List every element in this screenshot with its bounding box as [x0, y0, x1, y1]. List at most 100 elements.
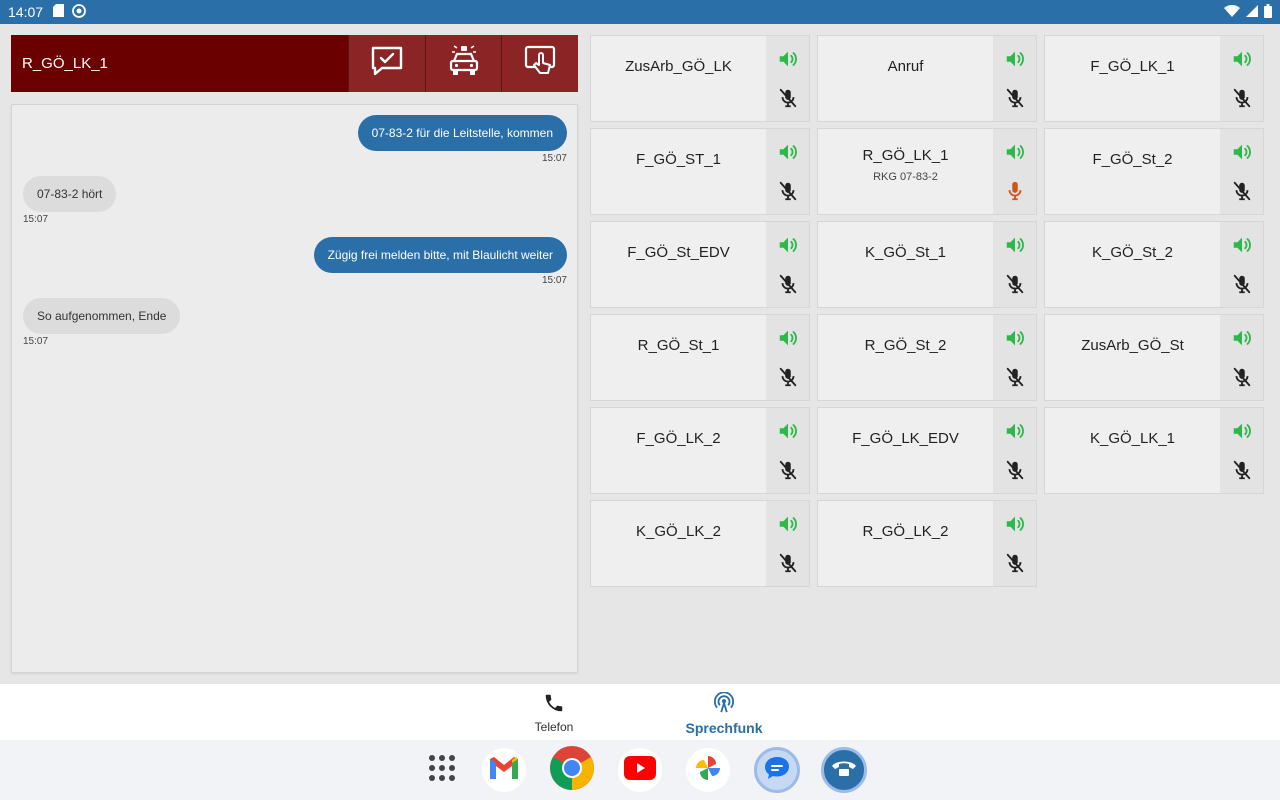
- gmail-app[interactable]: [482, 748, 526, 792]
- microphone-muted-icon[interactable]: [1231, 87, 1253, 109]
- microphone-muted-icon[interactable]: [777, 273, 799, 295]
- channel-controls: [993, 315, 1036, 400]
- phone-icon: [543, 692, 565, 717]
- channel-name: R_GÖ_LK_2: [862, 523, 949, 540]
- microphone-muted-icon[interactable]: [777, 87, 799, 109]
- channel-tile[interactable]: F_GÖ_ST_1: [590, 128, 810, 215]
- microphone-muted-icon[interactable]: [777, 459, 799, 481]
- touch-ptt-button[interactable]: [501, 35, 579, 92]
- channel-tile[interactable]: K_GÖ_LK_1: [1044, 407, 1264, 494]
- channel-label: F_GÖ_ST_1: [591, 129, 766, 214]
- channel-name: F_GÖ_ST_1: [635, 151, 722, 168]
- microphone-muted-icon[interactable]: [1231, 366, 1253, 388]
- channel-controls: [993, 501, 1036, 586]
- speaker-icon[interactable]: [1004, 513, 1026, 535]
- microphone-muted-icon[interactable]: [1231, 273, 1253, 295]
- speaker-icon[interactable]: [777, 513, 799, 535]
- channel-name: K_GÖ_St_2: [1092, 244, 1173, 261]
- tab-sprechfunk[interactable]: Sprechfunk: [669, 691, 779, 736]
- message-check-icon: [370, 45, 404, 82]
- channel-tile[interactable]: K_GÖ_St_2: [1044, 221, 1264, 308]
- speaker-icon[interactable]: [1004, 420, 1026, 442]
- channel-tile[interactable]: ZusArb_GÖ_St: [1044, 314, 1264, 401]
- microphone-muted-icon[interactable]: [777, 366, 799, 388]
- bottom-navigation: Telefon Sprechfunk: [0, 684, 1280, 740]
- microphone-icon[interactable]: [1004, 180, 1026, 202]
- app-drawer-button[interactable]: [420, 748, 464, 792]
- message-time: 15:07: [541, 153, 567, 164]
- active-channel-header: R_GÖ_LK_1: [11, 35, 579, 92]
- channel-label: R_GÖ_LK_2: [818, 501, 993, 586]
- wifi-icon: [1224, 4, 1240, 20]
- channel-tile[interactable]: F_GÖ_LK_1: [1044, 35, 1264, 122]
- channel-tile[interactable]: F_GÖ_St_EDV: [590, 221, 810, 308]
- speaker-icon[interactable]: [1231, 141, 1253, 163]
- channel-tile[interactable]: R_GÖ_St_2: [817, 314, 1037, 401]
- channel-tile[interactable]: F_GÖ_LK_2: [590, 407, 810, 494]
- channel-label: K_GÖ_St_1: [818, 222, 993, 307]
- channel-label: F_GÖ_LK_2: [591, 408, 766, 493]
- app-drawer-icon: [428, 754, 456, 787]
- channel-subtitle: RKG 07-83-2: [873, 170, 938, 183]
- channel-controls: [766, 129, 809, 214]
- channel-tile[interactable]: F_GÖ_St_2: [1044, 128, 1264, 215]
- microphone-muted-icon[interactable]: [1004, 273, 1026, 295]
- youtube-app[interactable]: [618, 748, 662, 792]
- chrome-app[interactable]: [550, 745, 594, 792]
- message-time: 15:07: [23, 336, 49, 347]
- speaker-icon[interactable]: [777, 141, 799, 163]
- tab-sprechfunk-label: Sprechfunk: [685, 720, 763, 736]
- message-time: 15:07: [23, 214, 49, 225]
- microphone-muted-icon[interactable]: [1231, 459, 1253, 481]
- channel-name: F_GÖ_LK_EDV: [852, 430, 959, 447]
- speaker-icon[interactable]: [1004, 48, 1026, 70]
- channel-tile[interactable]: K_GÖ_LK_2: [590, 500, 810, 587]
- channel-name: Anruf: [887, 58, 924, 75]
- speaker-icon[interactable]: [777, 234, 799, 256]
- channel-tile[interactable]: F_GÖ_LK_EDV: [817, 407, 1037, 494]
- channel-tile[interactable]: R_GÖ_LK_1 RKG 07-83-2: [817, 128, 1037, 215]
- speaker-icon[interactable]: [777, 327, 799, 349]
- message-text: Zügig frei melden bitte, mit Blaulicht w…: [313, 237, 567, 273]
- microphone-muted-icon[interactable]: [777, 552, 799, 574]
- gmail-icon: [488, 755, 520, 786]
- channel-name: K_GÖ_LK_1: [1089, 430, 1176, 447]
- channel-label: K_GÖ_LK_1: [1045, 408, 1220, 493]
- channel-tile[interactable]: Anruf: [817, 35, 1037, 122]
- speaker-icon[interactable]: [1231, 327, 1253, 349]
- acknowledge-message-button[interactable]: [348, 35, 425, 92]
- channel-label: F_GÖ_LK_1: [1045, 36, 1220, 121]
- message-text: So aufgenommen, Ende: [23, 298, 181, 334]
- channel-controls: [1220, 408, 1263, 493]
- channel-controls: [1220, 222, 1263, 307]
- microphone-muted-icon[interactable]: [1004, 87, 1026, 109]
- microphone-muted-icon[interactable]: [1004, 366, 1026, 388]
- speaker-icon[interactable]: [1231, 234, 1253, 256]
- speaker-icon[interactable]: [777, 48, 799, 70]
- photos-app[interactable]: [686, 748, 730, 792]
- microphone-muted-icon[interactable]: [1004, 552, 1026, 574]
- speaker-icon[interactable]: [1004, 234, 1026, 256]
- microphone-muted-icon[interactable]: [777, 180, 799, 202]
- speaker-icon[interactable]: [1231, 420, 1253, 442]
- microphone-muted-icon[interactable]: [1231, 180, 1253, 202]
- channel-tile[interactable]: R_GÖ_LK_2: [817, 500, 1037, 587]
- radio-message-log[interactable]: 07-83-2 für die Leitstelle, kommen 15:07…: [11, 104, 578, 673]
- channel-tile[interactable]: ZusArb_GÖ_LK: [590, 35, 810, 122]
- channel-controls: [993, 222, 1036, 307]
- messages-app[interactable]: [754, 747, 800, 793]
- speaker-icon[interactable]: [1231, 48, 1253, 70]
- microphone-muted-icon[interactable]: [1004, 459, 1026, 481]
- youtube-icon: [624, 755, 656, 785]
- channel-tile[interactable]: K_GÖ_St_1: [817, 221, 1037, 308]
- channel-tile[interactable]: R_GÖ_St_1: [590, 314, 810, 401]
- battery-icon: [1264, 3, 1272, 21]
- channel-label: Anruf: [818, 36, 993, 121]
- tab-telefon[interactable]: Telefon: [499, 692, 609, 734]
- channel-controls: [993, 36, 1036, 121]
- speaker-icon[interactable]: [777, 420, 799, 442]
- speaker-icon[interactable]: [1004, 141, 1026, 163]
- emergency-vehicle-button[interactable]: [424, 35, 502, 92]
- speaker-icon[interactable]: [1004, 327, 1026, 349]
- radio-dispatch-app[interactable]: [821, 747, 867, 793]
